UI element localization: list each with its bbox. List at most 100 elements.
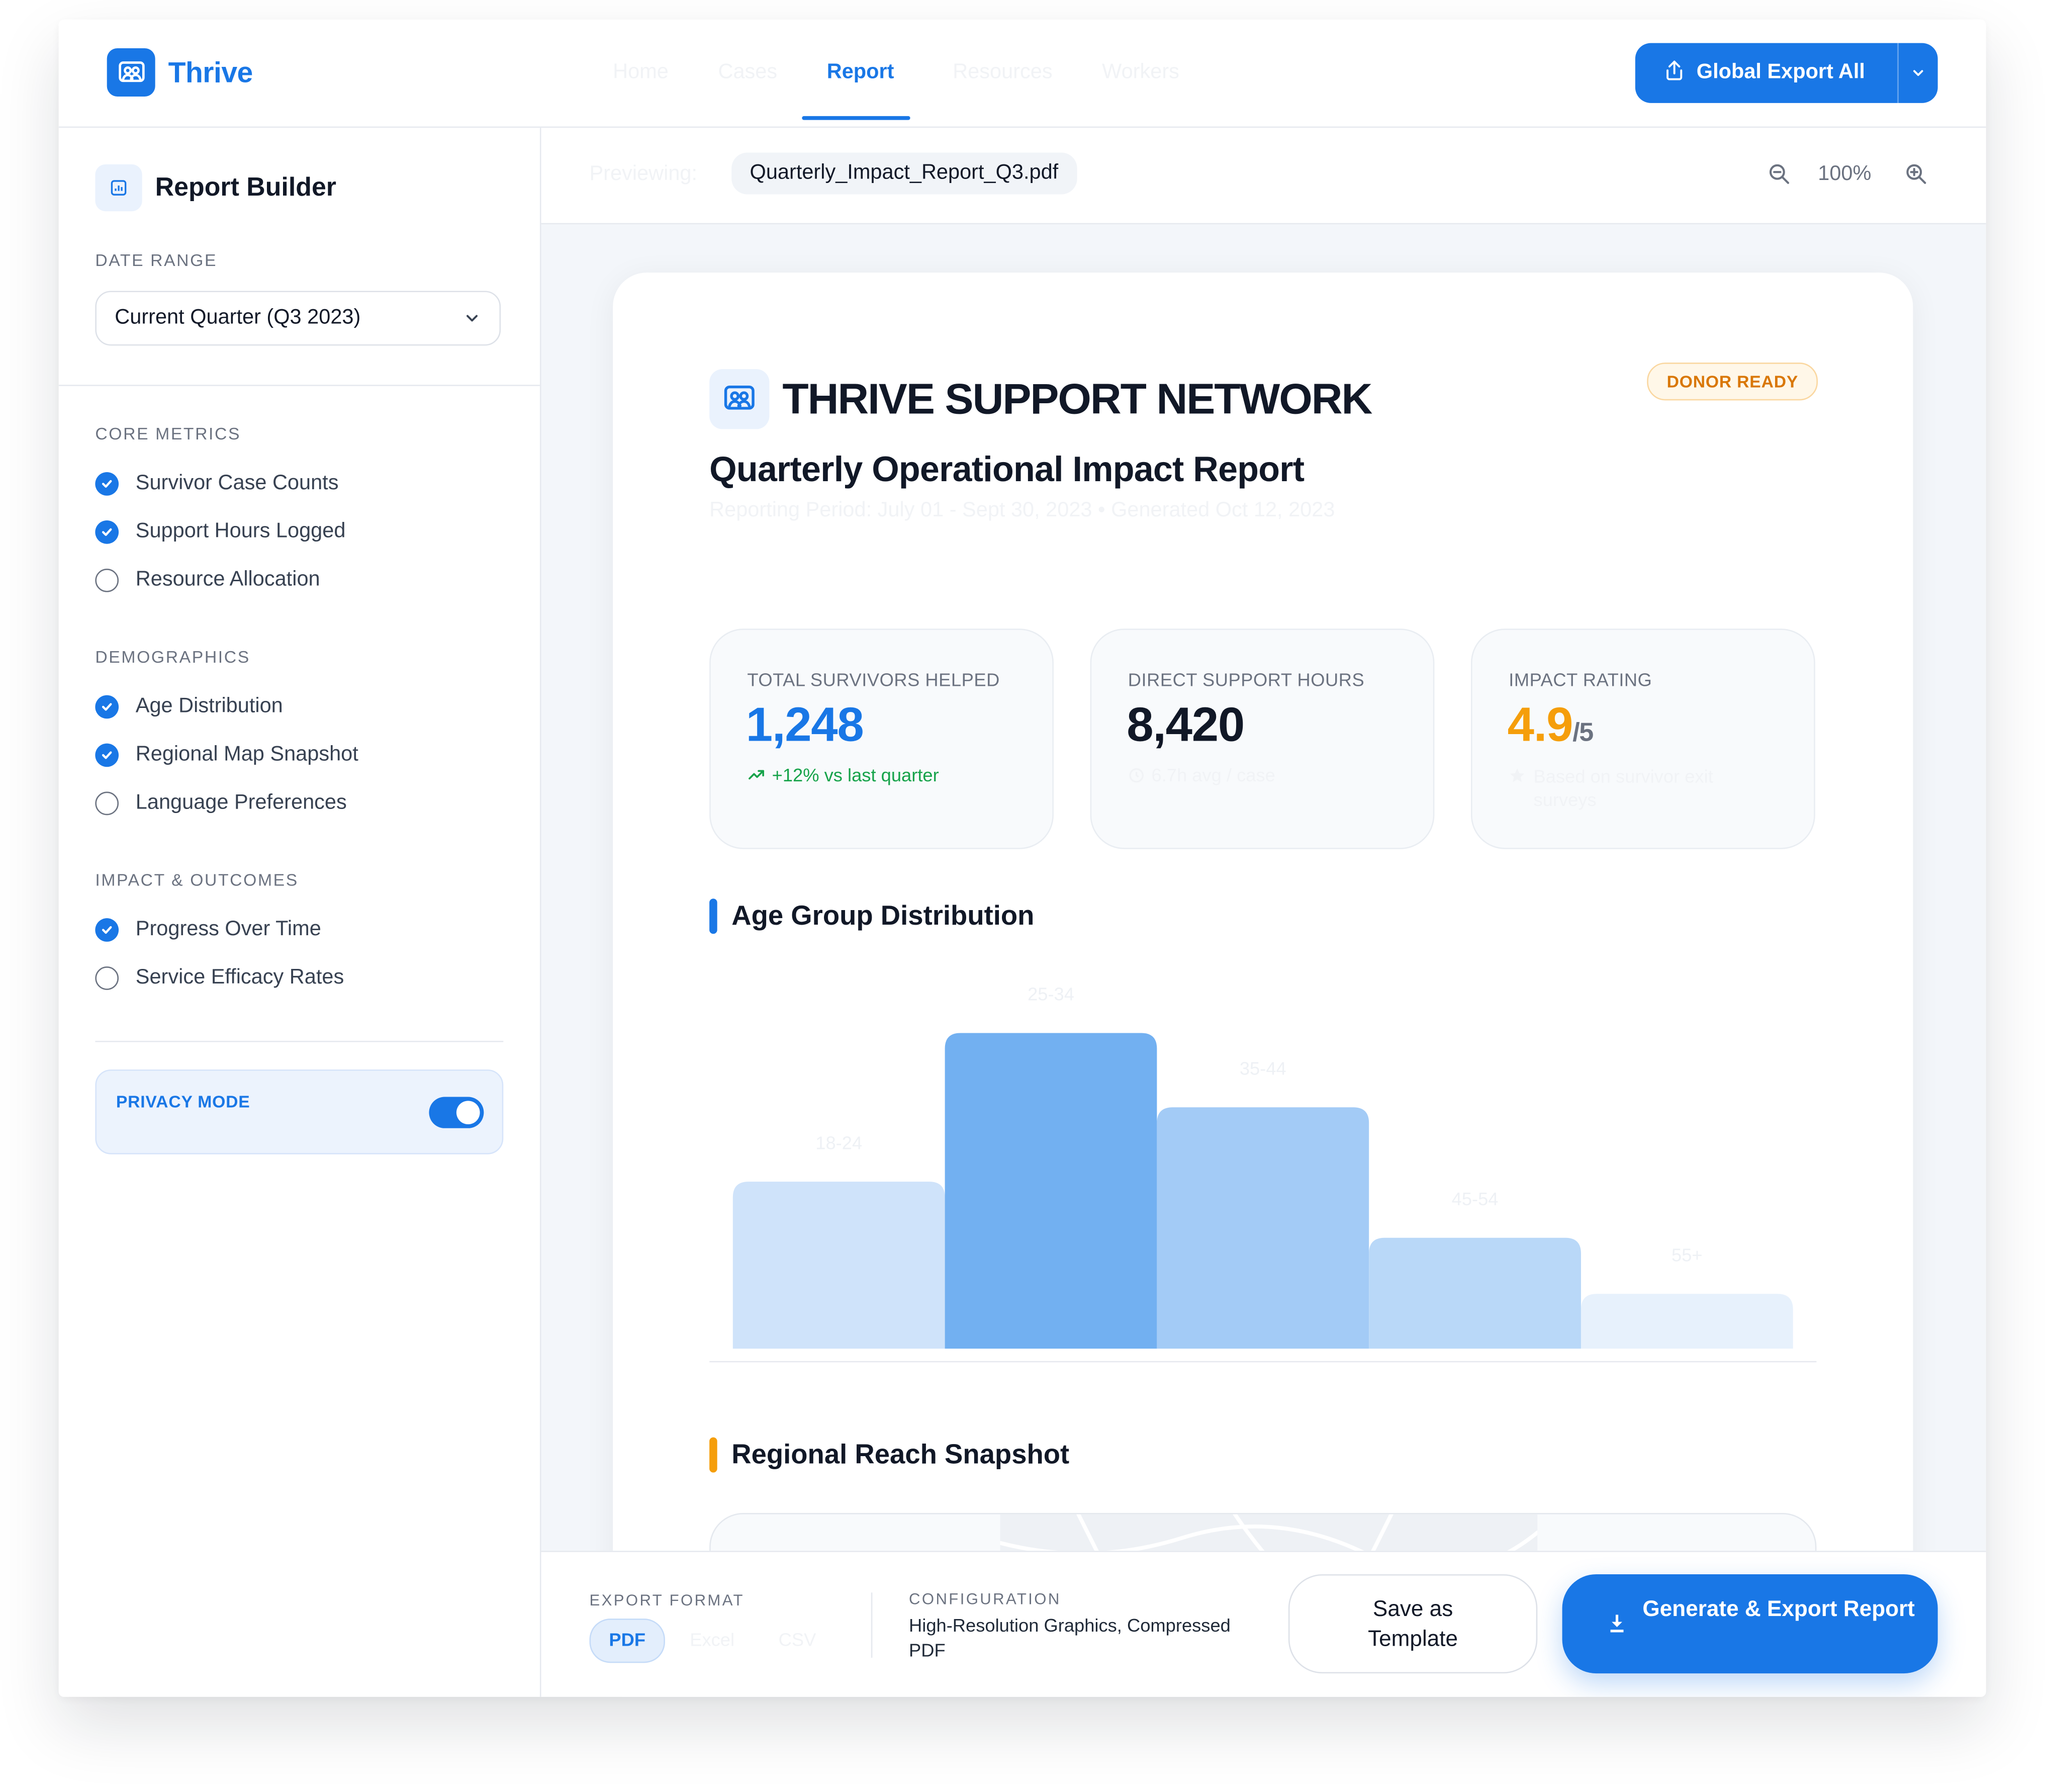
generate-export-label: Generate & Export Report bbox=[1642, 1596, 1915, 1622]
section-accent-bar bbox=[709, 899, 717, 934]
option-label: Age Distribution bbox=[135, 695, 283, 718]
stat-note: Based on survivor exit surveys bbox=[1509, 764, 1770, 811]
preview-toolbar: Previewing: Quarterly_Impact_Report_Q3.p… bbox=[541, 128, 1986, 225]
bar-label-35-44: 35-44 bbox=[1240, 1058, 1286, 1079]
report-title: Quarterly Operational Impact Report bbox=[709, 450, 1305, 489]
checkbox-unchecked-icon[interactable] bbox=[95, 568, 119, 592]
save-as-template-label: Save as Template bbox=[1368, 1596, 1458, 1652]
sidebar-title: Report Builder bbox=[155, 172, 337, 202]
people-group-icon bbox=[709, 369, 770, 429]
section-title: Regional Reach Snapshot bbox=[731, 1439, 1070, 1470]
option-progress-over-time[interactable]: Progress Over Time bbox=[95, 918, 321, 942]
stat-suffix: /5 bbox=[1572, 719, 1594, 748]
bar-18-24 bbox=[732, 1182, 945, 1349]
stat-label: IMPACT RATING bbox=[1509, 669, 1652, 690]
option-label: Resource Allocation bbox=[135, 568, 320, 591]
privacy-mode-toggle[interactable] bbox=[429, 1097, 484, 1128]
checkbox-checked-icon[interactable] bbox=[95, 695, 119, 719]
preview-filename: Quarterly_Impact_Report_Q3.pdf bbox=[731, 152, 1077, 195]
organization-name: THRIVE SUPPORT NETWORK bbox=[782, 374, 1372, 423]
checkbox-checked-icon[interactable] bbox=[95, 918, 119, 942]
stat-label: DIRECT SUPPORT HOURS bbox=[1128, 669, 1365, 690]
configuration-label: CONFIGURATION bbox=[909, 1590, 1061, 1608]
format-option-csv[interactable]: CSV bbox=[760, 1619, 834, 1660]
sidebar-divider bbox=[58, 385, 540, 386]
stat-card-hours: DIRECT SUPPORT HOURS 8,420 6.7h avg / ca… bbox=[1090, 629, 1435, 849]
top-bar: Thrive Home Cases Report Resources Worke… bbox=[58, 19, 1986, 128]
stage: Thrive Home Cases Report Resources Worke… bbox=[0, 0, 2044, 1792]
date-range-label: DATE RANGE bbox=[95, 250, 218, 270]
privacy-mode-panel: PRIVACY MODE bbox=[95, 1069, 504, 1154]
preview-area: Previewing: Quarterly_Impact_Report_Q3.p… bbox=[541, 128, 1986, 1697]
report-meta: Reporting Period: July 01 - Sept 30, 202… bbox=[709, 499, 1335, 522]
option-resource-allocation[interactable]: Resource Allocation bbox=[95, 568, 320, 592]
option-language-preferences[interactable]: Language Preferences bbox=[95, 791, 347, 816]
brand-name: Thrive bbox=[168, 55, 253, 88]
bar-55+ bbox=[1581, 1294, 1793, 1349]
date-range-value: Current Quarter (Q3 2023) bbox=[115, 306, 361, 329]
stat-note: +12% vs last quarter bbox=[747, 764, 939, 785]
checkbox-checked-icon[interactable] bbox=[95, 520, 119, 544]
sidebar-divider bbox=[95, 1041, 504, 1042]
option-label: Service Efficacy Rates bbox=[135, 966, 344, 989]
bar-label-25-34: 25-34 bbox=[1028, 984, 1074, 1005]
global-export-button[interactable]: Global Export All bbox=[1635, 43, 1897, 103]
checkbox-checked-icon[interactable] bbox=[95, 743, 119, 767]
stat-value: 1,248 bbox=[746, 698, 864, 753]
checkbox-checked-icon[interactable] bbox=[95, 472, 119, 496]
bottom-divider bbox=[871, 1592, 873, 1658]
bar-label-18-24: 18-24 bbox=[815, 1132, 862, 1153]
stat-note-text: 6.7h avg / case bbox=[1151, 764, 1275, 785]
app-window: Thrive Home Cases Report Resources Worke… bbox=[58, 19, 1986, 1697]
option-support-hours-logged[interactable]: Support Hours Logged bbox=[95, 520, 345, 544]
stat-label: TOTAL SURVIVORS HELPED bbox=[747, 669, 1000, 690]
nav-cases[interactable]: Cases bbox=[693, 20, 802, 127]
export-dropdown-toggle[interactable] bbox=[1897, 43, 1937, 103]
share-export-icon bbox=[1662, 58, 1686, 88]
section-title: Age Group Distribution bbox=[731, 901, 1035, 931]
stat-number: 1,248 bbox=[746, 697, 864, 752]
save-as-template-button[interactable]: Save as Template bbox=[1288, 1574, 1538, 1674]
nav-workers[interactable]: Workers bbox=[1077, 20, 1204, 127]
option-age-distribution[interactable]: Age Distribution bbox=[95, 695, 283, 719]
nav-home[interactable]: Home bbox=[588, 20, 693, 127]
bar-45-54 bbox=[1369, 1237, 1581, 1349]
checkbox-unchecked-icon[interactable] bbox=[95, 966, 119, 990]
option-label: Language Preferences bbox=[135, 791, 347, 814]
privacy-mode-label: PRIVACY MODE bbox=[116, 1092, 250, 1112]
stat-number: 4.9 bbox=[1507, 697, 1573, 752]
zoom-in-icon[interactable] bbox=[1904, 162, 1928, 193]
brand[interactable]: Thrive bbox=[107, 48, 253, 97]
checkbox-unchecked-icon[interactable] bbox=[95, 791, 119, 816]
chevron-down-icon bbox=[1913, 70, 1923, 76]
option-survivor-case-counts[interactable]: Survivor Case Counts bbox=[95, 472, 338, 496]
zoom-level: 100% bbox=[1818, 163, 1872, 186]
generate-export-button[interactable]: Generate & Export Report bbox=[1562, 1574, 1938, 1674]
option-regional-map-snapshot[interactable]: Regional Map Snapshot bbox=[95, 743, 358, 767]
nav-report[interactable]: Report bbox=[802, 20, 909, 127]
zoom-out-icon[interactable] bbox=[1767, 162, 1792, 193]
stat-card-rating: IMPACT RATING 4.9/5 Based on survivor ex… bbox=[1471, 629, 1815, 849]
previewing-label: Previewing: bbox=[589, 163, 698, 186]
stat-card-survivors: TOTAL SURVIVORS HELPED 1,248 +12% vs las… bbox=[709, 629, 1054, 849]
export-bar: EXPORT FORMAT PDF Excel CSV CONFIGURATIO… bbox=[541, 1551, 1986, 1697]
option-label: Survivor Case Counts bbox=[135, 472, 339, 495]
option-label: Support Hours Logged bbox=[135, 520, 346, 543]
nav-resources[interactable]: Resources bbox=[928, 20, 1077, 127]
date-range-select[interactable]: Current Quarter (Q3 2023) bbox=[95, 291, 501, 346]
people-group-icon bbox=[107, 48, 155, 97]
bar-label-55+: 55+ bbox=[1671, 1244, 1703, 1265]
stat-note: 6.7h avg / case bbox=[1128, 764, 1275, 785]
status-badge: DONOR READY bbox=[1647, 363, 1818, 401]
option-service-efficacy-rates[interactable]: Service Efficacy Rates bbox=[95, 966, 344, 990]
format-option-pdf[interactable]: PDF bbox=[589, 1619, 665, 1663]
stat-note-text: Based on survivor exit surveys bbox=[1533, 765, 1713, 810]
global-export-group: Global Export All bbox=[1635, 43, 1938, 103]
global-export-label: Global Export All bbox=[1696, 61, 1865, 84]
stat-note-text: +12% vs last quarter bbox=[772, 764, 939, 785]
report-builder-sidebar: Report Builder DATE RANGE Current Quarte… bbox=[58, 128, 541, 1697]
bar-label-45-54: 45-54 bbox=[1452, 1189, 1499, 1209]
section-regional-reach: Regional Reach Snapshot bbox=[709, 1437, 1070, 1473]
download-icon bbox=[1609, 1615, 1625, 1639]
format-option-excel[interactable]: Excel bbox=[672, 1619, 753, 1660]
